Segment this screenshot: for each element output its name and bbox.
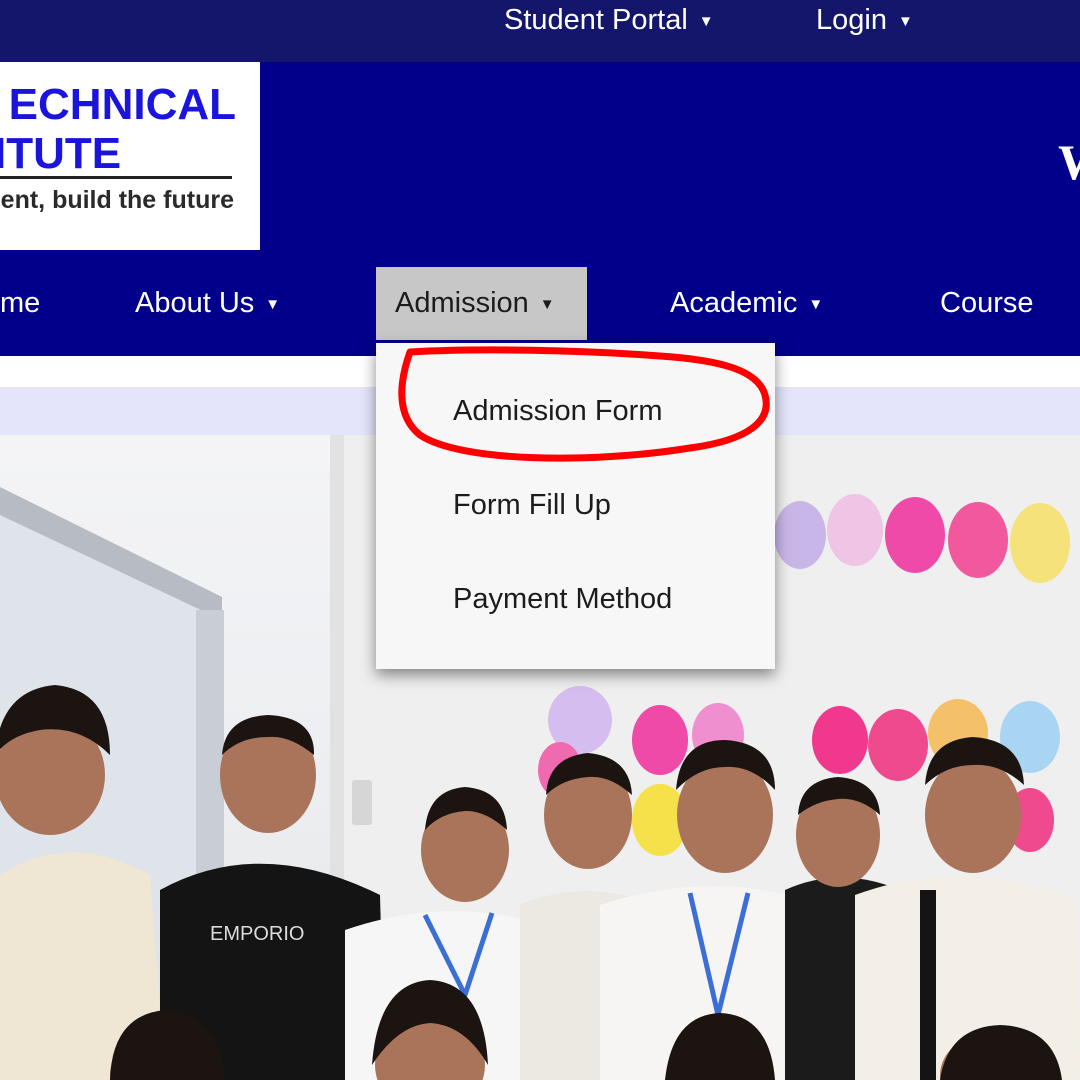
caret-down-icon: ▼ [265, 296, 281, 313]
nav-course-label: Course [940, 287, 1034, 319]
student-portal-label: Student Portal [504, 4, 688, 36]
caret-down-icon: ▼ [808, 296, 824, 313]
nav-course[interactable]: Course [940, 267, 1034, 340]
top-utility-bar: Student Portal ▼ Login ▼ [0, 0, 1080, 62]
caret-down-icon: ▼ [539, 296, 555, 313]
institute-logo[interactable]: ECHNICAL ITUTE ent, build the future [0, 62, 260, 250]
caret-down-icon: ▼ [897, 13, 913, 30]
site-header: ECHNICAL ITUTE ent, build the future W m… [0, 62, 1080, 356]
svg-text:EMPORIO: EMPORIO [210, 923, 304, 945]
nav-admission-label: Admission [395, 287, 529, 319]
nav-academic-label: Academic [670, 287, 798, 319]
caret-down-icon: ▼ [698, 13, 714, 30]
menu-item-payment-method[interactable]: Payment Method [453, 582, 672, 616]
menu-item-form-fill-up[interactable]: Form Fill Up [453, 488, 611, 522]
nav-admission[interactable]: Admission ▼ [376, 267, 587, 340]
nav-home-label: me [0, 287, 41, 319]
header-welcome-heading: W [1058, 135, 1080, 189]
nav-academic[interactable]: Academic ▼ [670, 267, 823, 340]
login-menu[interactable]: Login ▼ [816, 0, 913, 40]
logo-tagline: ent, build the future [0, 186, 234, 214]
menu-item-admission-form[interactable]: Admission Form [453, 394, 663, 428]
logo-title-line2: ITUTE [0, 129, 122, 178]
admission-dropdown-menu: Admission Form Form Fill Up Payment Meth… [376, 343, 775, 669]
nav-about-us[interactable]: About Us ▼ [135, 267, 280, 340]
logo-divider [0, 176, 232, 179]
login-label: Login [816, 4, 887, 36]
logo-title-line1: ECHNICAL [8, 80, 236, 129]
nav-about-us-label: About Us [135, 287, 255, 319]
student-portal-menu[interactable]: Student Portal ▼ [504, 0, 714, 40]
nav-home[interactable]: me [0, 267, 40, 340]
